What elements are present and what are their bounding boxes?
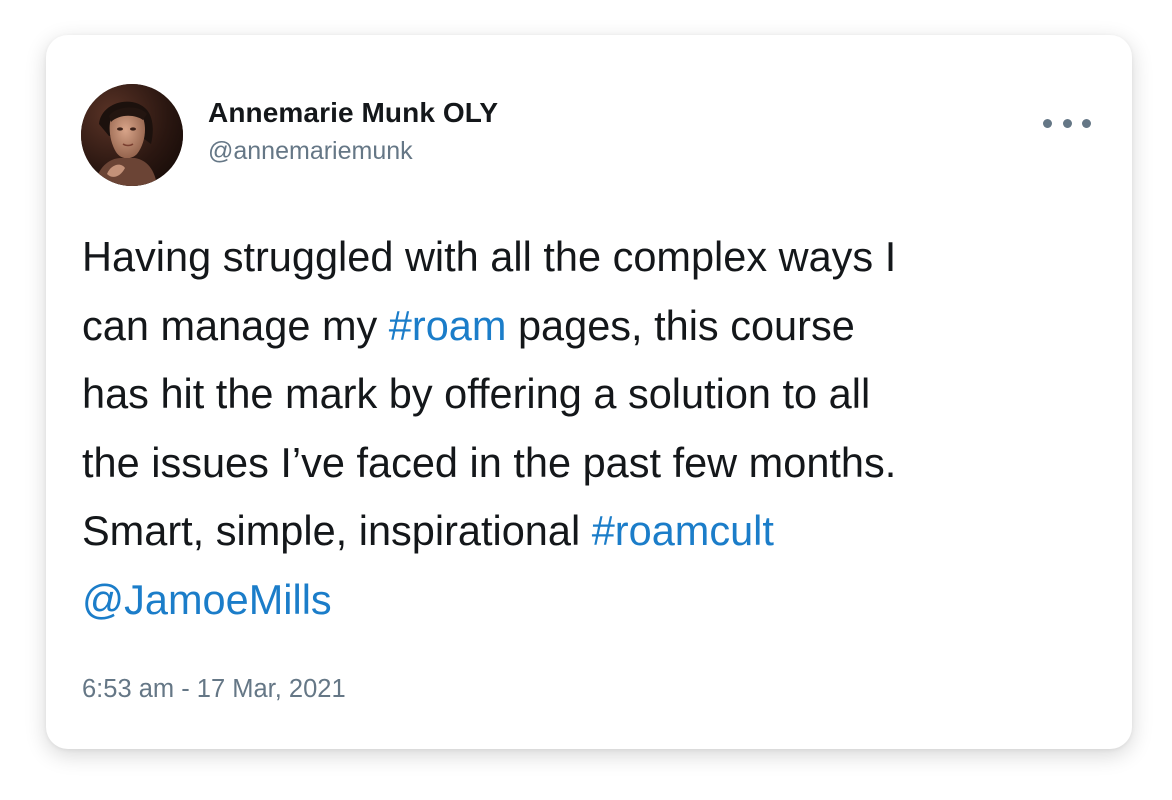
tweet-text-line: Smart, simple, inspirational #roamcult: [82, 497, 1092, 566]
more-options-icon[interactable]: [1043, 111, 1091, 135]
mention-link-jamoemills[interactable]: @JamoeMills: [82, 576, 332, 623]
tweet-text: Having struggled with all the complex wa…: [82, 223, 1092, 634]
author-name[interactable]: Annemarie Munk OLY: [208, 97, 498, 129]
text-segment: Having struggled with all the complex wa…: [82, 233, 897, 280]
avatar[interactable]: [81, 84, 183, 186]
tweet-text-line: Having struggled with all the complex wa…: [82, 223, 1092, 292]
author-handle[interactable]: @annemariemunk: [208, 137, 413, 166]
tweet-text-line: can manage my #roam pages, this course: [82, 292, 1092, 361]
dot-icon: [1082, 118, 1091, 128]
tweet-timestamp[interactable]: 6:53 am - 17 Mar, 2021: [82, 675, 346, 704]
text-segment: can manage my: [82, 301, 389, 349]
text-segment: Smart, simple, inspirational: [82, 507, 592, 554]
user-avatar-icon: [81, 84, 183, 186]
hashtag-link-roamcult[interactable]: #roamcult: [592, 507, 774, 554]
dot-icon: [1062, 118, 1072, 128]
hashtag-link-roam[interactable]: #roam: [389, 302, 507, 349]
tweet-card: Annemarie Munk OLY @annemariemunk Having…: [46, 35, 1132, 749]
tweet-text-line: has hit the mark by offering a solution …: [82, 360, 1092, 429]
text-segment: pages, this course: [506, 301, 855, 349]
dot-icon: [1043, 118, 1052, 128]
text-segment: the issues I’ve faced in the past few mo…: [82, 438, 897, 486]
tweet-text-line: the issues I’ve faced in the past few mo…: [82, 429, 1092, 498]
tweet-text-line: @JamoeMills: [82, 566, 1092, 635]
text-segment: has hit the mark by offering a solution …: [82, 370, 871, 417]
